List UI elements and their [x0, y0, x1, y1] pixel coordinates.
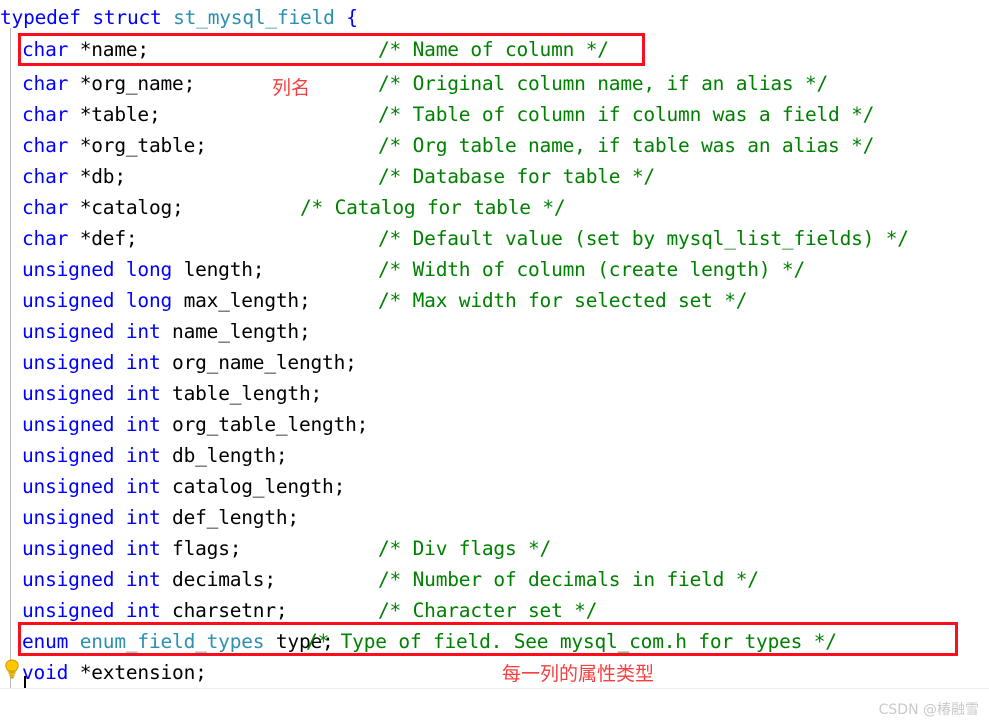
code-token-identifier: org_table_length; — [172, 413, 369, 436]
code-comment: /* Width of column (create length) */ — [378, 258, 805, 281]
code-line[interactable]: char *def; — [22, 223, 138, 254]
code-line[interactable]: char *catalog; — [22, 192, 184, 223]
code-token-keyword: void — [22, 661, 80, 684]
code-token-keyword: unsigned int — [22, 537, 173, 560]
code-line[interactable]: unsigned long max_length; — [22, 285, 311, 316]
code-token-keyword: unsigned int — [22, 382, 173, 405]
code-comment: /* Org table name, if table was an alias… — [378, 134, 875, 157]
code-line[interactable]: char *table; — [22, 99, 161, 130]
code-token-keyword: unsigned int — [22, 506, 173, 529]
code-comment: /* Original column name, if an alias */ — [378, 72, 829, 95]
code-line[interactable]: unsigned int name_length; — [22, 316, 311, 347]
note-column-attribute-type: 每一列的属性类型 — [502, 663, 655, 685]
code-token-identifier: *table; — [79, 103, 161, 126]
code-token-identifier: *catalog; — [79, 196, 184, 219]
code-line[interactable]: unsigned int org_name_length; — [22, 347, 357, 378]
code-token-identifier: name_length; — [172, 320, 311, 343]
code-token-keyword: unsigned int — [22, 568, 173, 591]
editor-bottom-strip — [0, 688, 989, 725]
lightbulb-icon[interactable] — [4, 659, 20, 679]
csdn-watermark: CSDN @椿融雪 — [878, 702, 979, 718]
code-token-identifier: def_length; — [172, 506, 299, 529]
code-token-identifier: *extension; — [79, 661, 207, 684]
code-token-keyword: char — [22, 103, 80, 126]
code-token-keyword: char — [22, 227, 80, 250]
code-token-identifier: length; — [183, 258, 265, 281]
code-token-keyword: unsigned int — [22, 413, 173, 436]
code-token-identifier: *name; — [79, 38, 149, 61]
code-token-identifier: max_length; — [183, 289, 311, 312]
code-token-type: enum_field_types — [79, 630, 265, 653]
code-token-keyword: enum — [22, 630, 80, 653]
code-token-identifier: db_length; — [172, 444, 288, 467]
code-token-identifier: *org_name; — [79, 72, 196, 95]
code-token-keyword: unsigned int — [22, 351, 173, 374]
code-comment: /* Div flags */ — [378, 537, 552, 560]
code-comment: /* Character set */ — [378, 599, 598, 622]
code-token-identifier: decimals; — [172, 568, 276, 591]
code-line[interactable]: unsigned int flags; — [22, 533, 241, 564]
code-comment: /* Table of column if column was a field… — [378, 103, 875, 126]
code-token-type: st_mysql_field — [173, 6, 335, 29]
code-token-identifier: table_length; — [172, 382, 323, 405]
code-line[interactable]: void *extension; — [22, 657, 207, 688]
code-token-keyword: char — [22, 165, 80, 188]
code-line[interactable]: char *name; — [22, 34, 149, 65]
code-comment: /* Default value (set by mysql_list_fiel… — [378, 227, 909, 250]
code-token-keyword: { — [334, 6, 358, 29]
code-token-identifier: *org_table; — [79, 134, 207, 157]
code-token-identifier: org_name_length; — [172, 351, 357, 374]
code-token-keyword: unsigned int — [22, 475, 173, 498]
code-line[interactable]: enum enum_field_types type; — [22, 626, 334, 657]
code-comment: /* Database for table */ — [378, 165, 655, 188]
code-token-keyword: unsigned int — [22, 599, 173, 622]
code-token-keyword: unsigned int — [22, 444, 173, 467]
code-editor-surface[interactable]: typedef struct st_mysql_field {char *nam… — [0, 0, 989, 725]
code-token-identifier: *db; — [79, 165, 126, 188]
code-comment: /* Catalog for table */ — [300, 196, 566, 219]
code-token-keyword: char — [22, 72, 80, 95]
code-comment: /* Max width for selected set */ — [378, 289, 748, 312]
code-token-keyword: char — [22, 196, 80, 219]
code-line[interactable]: unsigned int charsetnr; — [22, 595, 288, 626]
code-comment: /* Name of column */ — [378, 38, 609, 61]
code-line[interactable]: unsigned long length; — [22, 254, 265, 285]
code-line[interactable]: unsigned int catalog_length; — [22, 471, 345, 502]
code-line[interactable]: unsigned int org_table_length; — [22, 409, 368, 440]
code-token-keyword: unsigned long — [22, 289, 184, 312]
code-comment: /* Number of decimals in field */ — [378, 568, 759, 591]
code-token-identifier: catalog_length; — [172, 475, 346, 498]
code-line[interactable]: char *org_name; — [22, 68, 195, 99]
code-line[interactable]: unsigned int table_length; — [22, 378, 322, 409]
code-line[interactable]: unsigned int decimals; — [22, 564, 276, 595]
code-line[interactable]: unsigned int db_length; — [22, 440, 288, 471]
code-token-keyword: typedef struct — [0, 6, 174, 29]
code-token-identifier: *def; — [79, 227, 138, 250]
note-column-name: 列名 — [272, 77, 311, 99]
code-token-identifier: flags; — [172, 537, 242, 560]
code-line[interactable]: char *db; — [22, 161, 126, 192]
code-token-keyword: unsigned long — [22, 258, 184, 281]
code-line[interactable]: typedef struct st_mysql_field { — [0, 2, 358, 33]
code-token-keyword: char — [22, 38, 80, 61]
code-line[interactable]: unsigned int def_length; — [22, 502, 299, 533]
code-token-keyword: unsigned int — [22, 320, 173, 343]
code-line[interactable]: char *org_table; — [22, 130, 207, 161]
indent-guide-line — [10, 28, 11, 688]
code-token-keyword: char — [22, 134, 80, 157]
code-comment: /* Type of field. See mysql_com.h for ty… — [306, 630, 837, 653]
code-token-identifier: charsetnr; — [172, 599, 288, 622]
